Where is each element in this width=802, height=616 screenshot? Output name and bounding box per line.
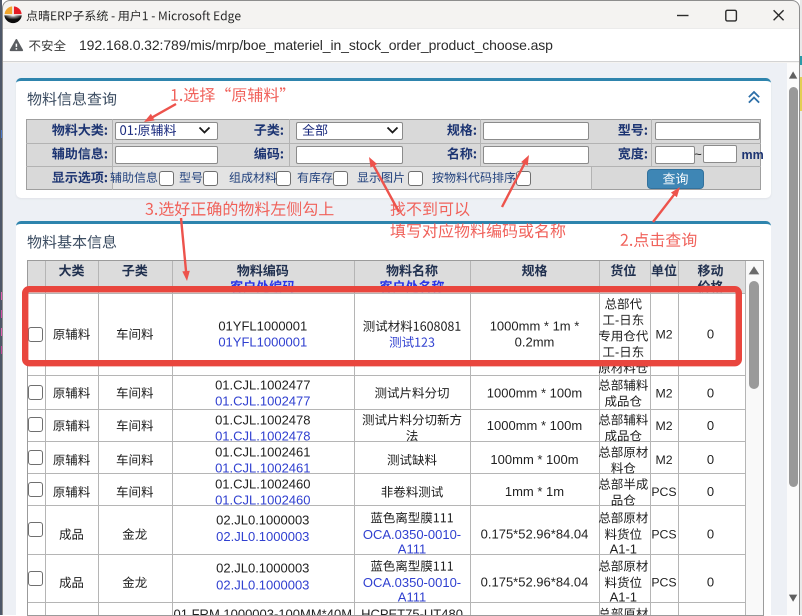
svg-text:OCA.0350-0010-: OCA.0350-0010- xyxy=(363,575,461,590)
svg-text:M2: M2 xyxy=(655,419,672,433)
svg-text:01.CJL.1002460: 01.CJL.1002460 xyxy=(215,493,310,508)
svg-text:01.CJL.1002461: 01.CJL.1002461 xyxy=(215,445,310,460)
svg-text:1000mm * 1m *: 1000mm * 1m * xyxy=(490,319,580,334)
svg-text:01.FRM.1000003-100MM*40M: 01.FRM.1000003-100MM*40M xyxy=(174,606,352,615)
svg-text:OCA.0350-0010-: OCA.0350-0010- xyxy=(363,527,461,542)
svg-text:01.CJL.1002477: 01.CJL.1002477 xyxy=(215,378,310,393)
svg-text:01.CJL.1002477: 01.CJL.1002477 xyxy=(215,394,310,409)
svg-text:02.JL0.1000003: 02.JL0.1000003 xyxy=(216,512,309,527)
svg-text:PCS: PCS xyxy=(651,485,676,499)
svg-text:1mm * 1m: 1mm * 1m xyxy=(505,484,564,499)
svg-text:100mm * 100m: 100mm * 100m xyxy=(490,452,578,467)
svg-text:02.JL0.1000003: 02.JL0.1000003 xyxy=(216,561,309,576)
svg-text:0: 0 xyxy=(707,575,714,590)
svg-text:01.CJL.1002478: 01.CJL.1002478 xyxy=(215,428,310,443)
svg-text:mm: mm xyxy=(742,148,764,162)
svg-text:0: 0 xyxy=(707,527,714,542)
svg-text:1000mm * 100m: 1000mm * 100m xyxy=(487,418,582,433)
svg-text:HCPET75-UT480: HCPET75-UT480 xyxy=(361,606,463,615)
svg-text:M2: M2 xyxy=(655,453,672,467)
svg-text:M2: M2 xyxy=(655,328,672,342)
svg-text:A111: A111 xyxy=(398,541,426,556)
svg-text:0: 0 xyxy=(707,418,714,433)
svg-text:0.175*52.96*84.04: 0.175*52.96*84.04 xyxy=(481,527,589,542)
svg-text:01.CJL.1002478: 01.CJL.1002478 xyxy=(215,412,310,427)
svg-text:0.2mm: 0.2mm xyxy=(515,335,555,350)
svg-text:01YFL1000001: 01YFL1000001 xyxy=(218,335,307,350)
svg-text:M2: M2 xyxy=(655,387,672,401)
svg-text:1000mm * 100m: 1000mm * 100m xyxy=(487,386,582,401)
svg-text:0: 0 xyxy=(707,484,714,499)
svg-text:0: 0 xyxy=(707,327,714,342)
svg-text:0.175*52.96*84.04: 0.175*52.96*84.04 xyxy=(481,575,589,590)
svg-text:01.CJL.1002461: 01.CJL.1002461 xyxy=(215,461,310,476)
svg-text:01YFL1000001: 01YFL1000001 xyxy=(218,319,307,334)
svg-text:02.JL0.1000003: 02.JL0.1000003 xyxy=(216,577,309,592)
svg-text:0: 0 xyxy=(707,386,714,401)
svg-text:PCS: PCS xyxy=(651,528,676,542)
svg-text:A1-1: A1-1 xyxy=(610,590,637,605)
svg-text:02.JL0.1000003: 02.JL0.1000003 xyxy=(216,529,309,544)
svg-text:A111: A111 xyxy=(398,590,426,605)
svg-text:192.168.0.32:789/mis/mrp/boe_m: 192.168.0.32:789/mis/mrp/boe_materiel_in… xyxy=(79,37,553,53)
svg-text:~: ~ xyxy=(694,147,702,162)
svg-text:0: 0 xyxy=(707,452,714,467)
svg-text:PCS: PCS xyxy=(651,576,676,590)
svg-text:A1-1: A1-1 xyxy=(610,541,637,556)
svg-text:01.CJL.1002460: 01.CJL.1002460 xyxy=(215,477,310,492)
